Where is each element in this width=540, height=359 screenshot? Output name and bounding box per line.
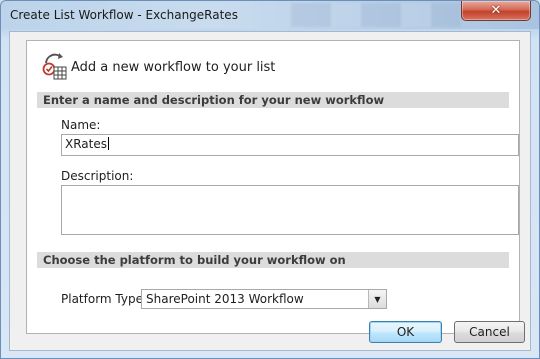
window-title: Create List Workflow - ExchangeRates <box>10 8 238 22</box>
ok-button[interactable]: OK <box>369 321 442 343</box>
section-header-name: Enter a name and description for your ne… <box>37 92 509 108</box>
platform-type-select[interactable]: SharePoint 2013 Workflow ▼ <box>141 289 387 309</box>
close-button[interactable]: ✕ <box>461 1 531 21</box>
title-bar[interactable]: Create List Workflow - ExchangeRates ✕ <box>1 1 539 29</box>
dialog-window: Create List Workflow - ExchangeRates ✕ A… <box>0 0 540 359</box>
platform-type-label: Platform Type: <box>61 292 148 306</box>
content-panel: Add a new workflow to your list Enter a … <box>26 40 520 334</box>
dialog-client-area: Add a new workflow to your list Enter a … <box>9 31 531 351</box>
close-icon: ✕ <box>490 3 502 18</box>
description-label: Description: <box>61 169 134 183</box>
description-input[interactable] <box>61 185 519 235</box>
name-label: Name: <box>61 118 101 132</box>
section-header-platform: Choose the platform to build your workfl… <box>37 252 509 268</box>
dialog-heading: Add a new workflow to your list <box>71 60 276 75</box>
name-input-value: XRates <box>65 137 107 151</box>
text-caret <box>108 137 109 150</box>
workflow-icon <box>42 53 67 80</box>
cancel-button[interactable]: Cancel <box>454 321 525 343</box>
name-input[interactable]: XRates <box>61 134 519 156</box>
dropdown-arrow-icon[interactable]: ▼ <box>368 290 386 308</box>
platform-type-value: SharePoint 2013 Workflow <box>146 292 304 306</box>
background-blur <box>291 3 461 27</box>
